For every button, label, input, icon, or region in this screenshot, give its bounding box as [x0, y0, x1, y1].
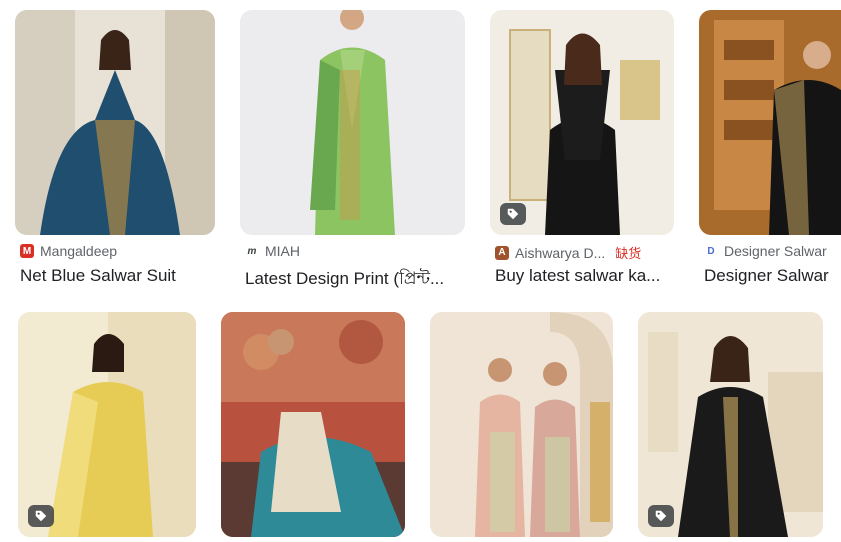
result-title[interactable]: Buy latest salwar ka... — [495, 266, 675, 286]
result-source[interactable]: Designer Salwar — [724, 243, 827, 259]
result-thumbnail[interactable] — [638, 312, 823, 537]
result-thumbnail[interactable] — [699, 10, 841, 235]
result-thumbnail[interactable] — [221, 312, 405, 537]
result-thumbnail[interactable] — [15, 10, 215, 235]
site-favicon-icon: M — [20, 244, 34, 258]
product-tag-icon — [500, 203, 526, 225]
site-favicon-icon: A — [495, 245, 509, 260]
result-source[interactable]: Aishwarya D... — [515, 245, 605, 261]
site-favicon-icon: m — [245, 244, 259, 258]
result-source[interactable]: Mangaldeep — [40, 243, 117, 259]
result-thumbnail[interactable] — [18, 312, 196, 537]
product-tag-icon — [648, 505, 674, 527]
out-of-stock-badge: 缺货 — [615, 246, 642, 261]
result-thumbnail[interactable] — [490, 10, 674, 235]
result-title[interactable]: Net Blue Salwar Suit — [20, 266, 225, 286]
result-title[interactable]: Designer Salwar — [704, 266, 841, 286]
result-thumbnail[interactable] — [430, 312, 613, 537]
site-favicon-icon: D — [704, 244, 718, 258]
result-source[interactable]: MIAH — [265, 243, 300, 259]
result-title[interactable]: Latest Design Print (প্রিন্ট... — [245, 266, 470, 294]
result-thumbnail[interactable] — [240, 10, 465, 235]
product-tag-icon — [28, 505, 54, 527]
